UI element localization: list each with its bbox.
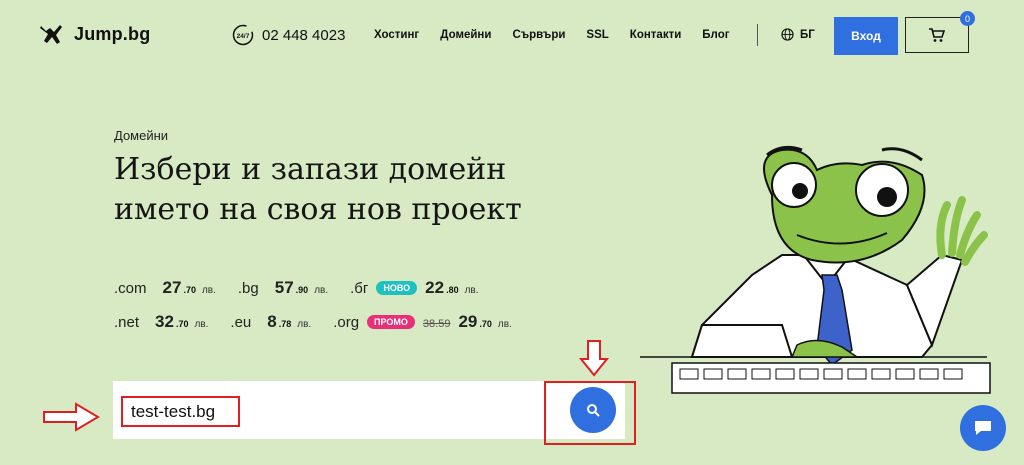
annotation-arrow-right-icon [43, 402, 100, 432]
domain-prices: .com 27 .70 лв. .bg 57 .90 лв. .бг НОВО … [114, 278, 534, 346]
logo[interactable]: Jump.bg [38, 22, 150, 46]
globe-icon [781, 28, 794, 41]
login-button[interactable]: Вход [834, 17, 898, 55]
price-currency: лв. [297, 319, 312, 330]
search-button[interactable] [570, 387, 616, 433]
cart-button[interactable] [905, 17, 969, 53]
tld-net: .net [114, 314, 140, 331]
price-dec: .80 [446, 285, 459, 295]
price-currency: лв. [497, 319, 512, 330]
phone-24-7-icon: 24/7 [232, 24, 254, 46]
page-title: Избери и запази домейн името на своя нов… [114, 150, 634, 230]
price-int: 29 [458, 312, 478, 331]
annotation-arrow-down-icon [579, 340, 609, 377]
section-eyebrow: Домейни [114, 128, 169, 143]
header-divider [757, 24, 758, 46]
old-price: 38.59 [422, 318, 451, 330]
cart-icon [929, 28, 946, 42]
new-badge: НОВО [376, 281, 418, 295]
price-currency: лв. [194, 319, 209, 330]
nav-contacts[interactable]: Контакти [630, 29, 681, 41]
price-row: .net 32 .70 лв. .eu 8 .78 лв. .org ПРОМО… [114, 312, 534, 346]
phone-contact[interactable]: 24/7 02 448 4023 [232, 24, 345, 46]
search-icon [587, 404, 600, 417]
tld-bg-cyrillic: .бг [350, 280, 369, 297]
phone-badge-text: 24/7 [237, 33, 250, 40]
price-row: .com 27 .70 лв. .bg 57 .90 лв. .бг НОВО … [114, 278, 534, 312]
language-label: БГ [800, 28, 815, 41]
tld-com: .com [114, 280, 147, 297]
phone-number[interactable]: 02 448 4023 [262, 27, 345, 44]
price-dec: .70 [479, 319, 492, 329]
language-selector[interactable]: БГ [781, 28, 815, 41]
logo-text: Jump.bg [74, 23, 151, 44]
nav-blog[interactable]: Блог [702, 29, 729, 41]
nav-hosting[interactable]: Хостинг [374, 29, 419, 41]
title-line-1: Избери и запази домейн [114, 152, 507, 187]
nav-domains[interactable]: Домейни [440, 29, 491, 41]
price-int: 22 [425, 278, 445, 297]
tld-bg: .bg [237, 280, 259, 297]
nav-ssl[interactable]: SSL [586, 29, 608, 41]
nav-servers[interactable]: Сървъри [512, 29, 565, 41]
frog-mascot-illustration [640, 145, 991, 394]
cart-count-badge: 0 [960, 11, 975, 26]
price-currency: лв. [201, 285, 216, 296]
tld-org: .org [333, 314, 360, 331]
main-nav: Хостинг Домейни Сървъри SSL Контакти Бло… [374, 29, 751, 41]
price-dec: .90 [295, 285, 309, 295]
frog-logo-icon [40, 25, 62, 44]
price-dec: .70 [175, 319, 189, 329]
price-int: 8 [267, 312, 277, 331]
price-int: 27 [162, 278, 182, 297]
chat-button[interactable] [960, 405, 1006, 451]
promo-badge: ПРОМО [367, 315, 415, 329]
chat-bubble-icon [975, 421, 991, 435]
price-currency: лв. [464, 285, 479, 296]
price-currency: лв. [314, 285, 329, 296]
price-dec: .70 [183, 285, 196, 295]
price-int: 57 [274, 278, 294, 297]
price-dec: .78 [278, 319, 292, 329]
domain-search-input[interactable] [121, 396, 240, 427]
title-line-2: името на своя нов проект [114, 192, 522, 227]
tld-eu: .eu [230, 314, 252, 331]
price-int: 32 [155, 312, 174, 331]
